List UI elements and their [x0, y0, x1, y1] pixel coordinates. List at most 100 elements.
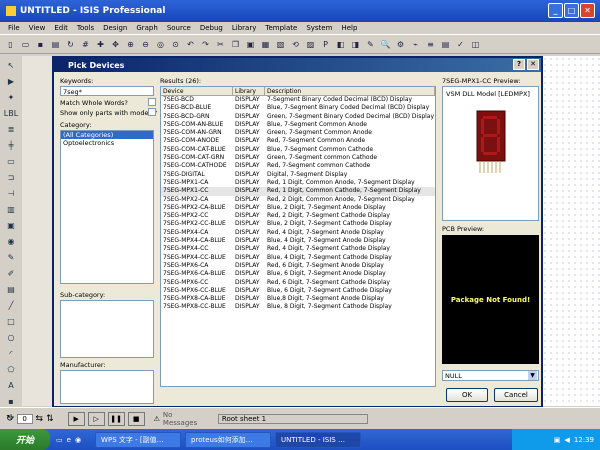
- volume-icon[interactable]: ◀: [564, 436, 569, 444]
- table-row[interactable]: 7SEG-COM-AN-GRN DISPLAY Green, 7-Segment C…: [161, 129, 435, 137]
- pick-device-icon[interactable]: P: [319, 38, 332, 51]
- table-row[interactable]: 7SEG-BCD-BLUE DISPLAY Blue, 7-Segment Bina…: [161, 104, 435, 112]
- component-mode-icon[interactable]: ▶: [4, 74, 19, 89]
- table-row[interactable]: 7SEG-MPX1-CC DISPLAY Red, 1 Digit, Common …: [161, 187, 435, 196]
- close-button[interactable]: ✕: [580, 3, 595, 18]
- arc-icon[interactable]: ◜: [4, 346, 19, 361]
- step-button[interactable]: ▷: [87, 411, 105, 426]
- ares-icon[interactable]: ◫: [469, 38, 482, 51]
- block-copy-icon[interactable]: ▦: [259, 38, 272, 51]
- table-row[interactable]: 7SEG-BCD-GRN DISPLAY Green, 7-Segment Bina…: [161, 113, 435, 121]
- ok-button[interactable]: OK: [446, 388, 488, 402]
- table-row[interactable]: 7SEG-MPX4-CC DISPLAY Red, 4 Digit, 7-Segme…: [161, 245, 435, 253]
- menu-item-help[interactable]: Help: [341, 24, 357, 32]
- quicklaunch-ie-icon[interactable]: e: [67, 436, 71, 444]
- task-wps[interactable]: WPS 文字 - [副值…: [95, 431, 182, 448]
- menu-item-debug[interactable]: Debug: [200, 24, 223, 32]
- rotate-cw-icon[interactable]: ↻: [6, 414, 14, 424]
- maximize-button[interactable]: □: [564, 3, 579, 18]
- quicklaunch-desktop-icon[interactable]: ▭: [56, 436, 63, 444]
- column-description[interactable]: Description: [265, 87, 435, 95]
- dialog-close-icon[interactable]: ✕: [527, 59, 539, 70]
- play-button[interactable]: ▶: [67, 411, 85, 426]
- make-device-icon[interactable]: ◧: [334, 38, 347, 51]
- table-row[interactable]: 7SEG-MPX2-CA DISPLAY Red, 2 Digit, Common …: [161, 196, 435, 204]
- wire-autoroute-icon[interactable]: ⌁: [409, 38, 422, 51]
- table-row[interactable]: 7SEG-COM-CAT-BLUE DISPLAY Blue, 7-Segment …: [161, 146, 435, 154]
- generator-icon[interactable]: ◉: [4, 234, 19, 249]
- minimize-button[interactable]: _: [548, 3, 563, 18]
- start-button[interactable]: 开始: [0, 429, 50, 450]
- pan-icon[interactable]: ✥: [109, 38, 122, 51]
- keywords-input[interactable]: 7seg*: [60, 86, 154, 96]
- table-row[interactable]: 7SEG-COM-ANODE DISPLAY Red, 7-Segment Comm…: [161, 137, 435, 145]
- table-row[interactable]: 7SEG-MPX1-CA DISPLAY Red, 1 Digit, Common …: [161, 179, 435, 187]
- column-library[interactable]: Library: [233, 87, 265, 95]
- copy-icon[interactable]: ❐: [229, 38, 242, 51]
- flip-icon[interactable]: ⇅: [46, 414, 54, 424]
- undo-icon[interactable]: ↶: [184, 38, 197, 51]
- menu-item-view[interactable]: View: [29, 24, 46, 32]
- zoom-out-icon[interactable]: ⊖: [139, 38, 152, 51]
- line-icon[interactable]: ╱: [4, 298, 19, 313]
- chevron-down-icon[interactable]: ▼: [528, 371, 537, 380]
- netlist-icon[interactable]: ≡: [424, 38, 437, 51]
- table-row[interactable]: 7SEG-MPX6-CC-BLUE DISPLAY Blue, 6 Digit, 7…: [161, 287, 435, 295]
- table-row[interactable]: 7SEG-MPX6-CC DISPLAY Red, 6 Digit, 7-Segme…: [161, 279, 435, 287]
- grid-icon[interactable]: #: [79, 38, 92, 51]
- decompose-icon[interactable]: ✎: [364, 38, 377, 51]
- zoom-area-icon[interactable]: ⊙: [169, 38, 182, 51]
- open-file-icon[interactable]: ▭: [19, 38, 32, 51]
- subcategory-list[interactable]: [60, 300, 154, 358]
- table-row[interactable]: 7SEG-MPX4-CA DISPLAY Red, 4 Digit, 7-Segme…: [161, 229, 435, 237]
- menu-item-design[interactable]: Design: [103, 24, 127, 32]
- block-rotate-icon[interactable]: ⟲: [289, 38, 302, 51]
- terminal-icon[interactable]: ⊐: [4, 170, 19, 185]
- table-row[interactable]: 7SEG-MPX6-CA DISPLAY Red, 6 Digit, 7-Segme…: [161, 262, 435, 270]
- table-row[interactable]: 7SEG-MPX6-CA-BLUE DISPLAY Blue, 6 Digit, 7…: [161, 270, 435, 278]
- select-mode-icon[interactable]: ↖: [4, 58, 19, 73]
- menu-item-edit[interactable]: Edit: [54, 24, 68, 32]
- search-icon[interactable]: 🔍: [379, 38, 392, 51]
- bus-icon[interactable]: ╪: [4, 138, 19, 153]
- text-script-icon[interactable]: ≣: [4, 122, 19, 137]
- column-device[interactable]: Device: [161, 87, 233, 95]
- results-table[interactable]: Device Library Description 7SEG-BCD DISPL…: [160, 86, 436, 387]
- block-delete-icon[interactable]: ▨: [304, 38, 317, 51]
- quicklaunch-media-icon[interactable]: ◉: [75, 436, 81, 444]
- zoom-all-icon[interactable]: ◎: [154, 38, 167, 51]
- refresh-icon[interactable]: ↻: [64, 38, 77, 51]
- table-row[interactable]: 7SEG-MPX2-CC-BLUE DISPLAY Blue, 2 Digit, 7…: [161, 220, 435, 228]
- tape-recorder-icon[interactable]: ▣: [4, 218, 19, 233]
- cancel-button[interactable]: Cancel: [494, 388, 538, 402]
- path-icon[interactable]: ⬠: [4, 362, 19, 377]
- table-row[interactable]: 7SEG-MPX2-CA-BLUE DISPLAY Blue, 2 Digit, 7…: [161, 204, 435, 212]
- manufacturer-list[interactable]: [60, 370, 154, 404]
- junction-dot-icon[interactable]: ✦: [4, 90, 19, 105]
- category-item[interactable]: Optoelectronics: [61, 139, 153, 147]
- device-pin-icon[interactable]: ⊣: [4, 186, 19, 201]
- category-list[interactable]: (All Categories) Optoelectronics: [60, 130, 154, 284]
- task-proteus-doc[interactable]: proteus如何添加…: [185, 431, 272, 448]
- table-row[interactable]: 7SEG-MPX2-CC DISPLAY Red, 2 Digit, 7-Segme…: [161, 212, 435, 220]
- table-row[interactable]: 7SEG-MPX4-CA-BLUE DISPLAY Blue, 4 Digit, 7…: [161, 237, 435, 245]
- bom-icon[interactable]: ▤: [439, 38, 452, 51]
- table-row[interactable]: 7SEG-COM-AN-BLUE DISPLAY Blue, 7-Segment C…: [161, 121, 435, 129]
- stop-button[interactable]: ■: [127, 411, 145, 426]
- menu-item-template[interactable]: Template: [265, 24, 297, 32]
- voltage-probe-icon[interactable]: ✎: [4, 250, 19, 265]
- box-icon[interactable]: □: [4, 314, 19, 329]
- save-icon[interactable]: ▪: [34, 38, 47, 51]
- table-row[interactable]: 7SEG-DIGITAL DISPLAY Digital, 7-Segment Di…: [161, 171, 435, 179]
- task-isis[interactable]: UNTITLED - ISIS …: [275, 431, 362, 448]
- circle-icon[interactable]: ○: [4, 330, 19, 345]
- current-probe-icon[interactable]: ✐: [4, 266, 19, 281]
- network-icon[interactable]: ▣: [554, 436, 561, 444]
- property-icon[interactable]: ⚙: [394, 38, 407, 51]
- category-item[interactable]: (All Categories): [61, 131, 153, 139]
- block-move-icon[interactable]: ▧: [274, 38, 287, 51]
- show-models-checkbox[interactable]: [148, 108, 156, 116]
- redo-icon[interactable]: ↷: [199, 38, 212, 51]
- table-row[interactable]: 7SEG-MPX4-CC-BLUE DISPLAY Blue, 4 Digit, 7…: [161, 254, 435, 262]
- subcircuit-icon[interactable]: ▭: [4, 154, 19, 169]
